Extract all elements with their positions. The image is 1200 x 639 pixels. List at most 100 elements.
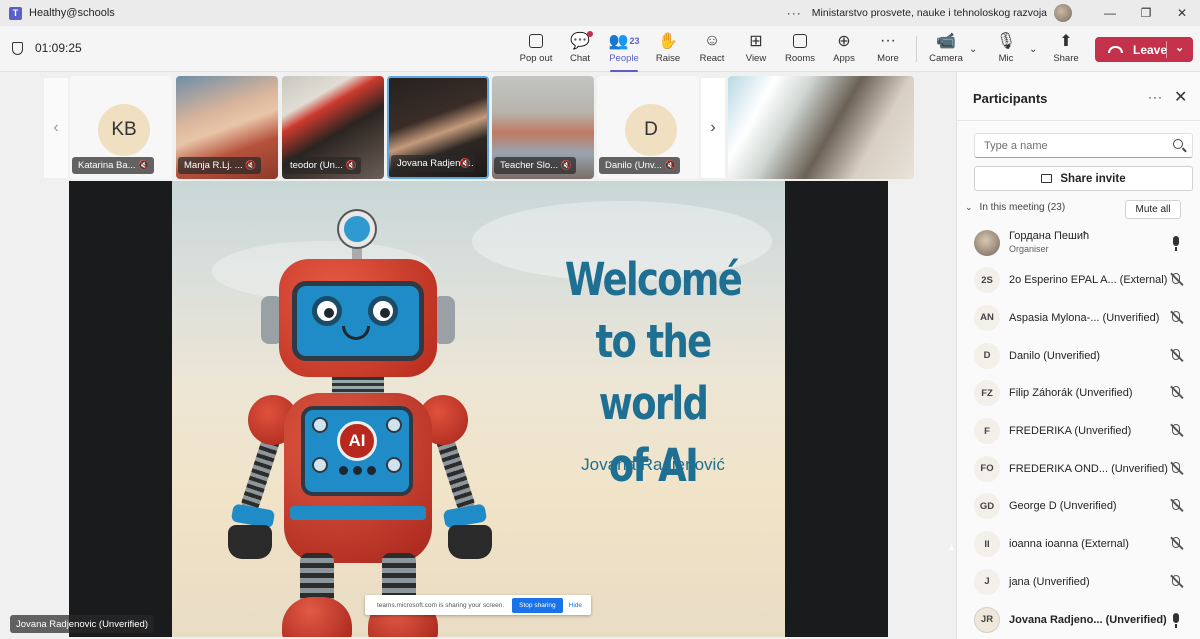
participant-tile[interactable]: KB Katarina Ba... 🔇: [70, 76, 172, 179]
apps-button[interactable]: ⊕ Apps: [822, 30, 866, 68]
participant-row[interactable]: II ioanna ioanna (External): [957, 526, 1200, 563]
avatar: [974, 229, 1000, 256]
participant-video-tile[interactable]: teodor (Un... 🔇: [282, 76, 384, 179]
avatar: GD: [974, 493, 1000, 520]
chevron-right-icon: ›: [710, 119, 716, 136]
chat-button[interactable]: 💬 Chat: [558, 30, 602, 68]
mic-off-icon[interactable]: [1169, 574, 1183, 590]
mic-off-icon[interactable]: [1169, 498, 1183, 514]
participant-name: 2o Esperino EPAL A... (External): [1009, 274, 1168, 287]
share-invite-button[interactable]: Share invite: [974, 166, 1193, 191]
search-icon[interactable]: [1173, 139, 1183, 149]
more-options-icon[interactable]: ···: [787, 6, 802, 20]
org-name: Ministarstvo prosvete, nauke i tehnolosk…: [811, 7, 1047, 19]
close-window-button[interactable]: ✕: [1164, 6, 1200, 20]
participant-name: FREDERIKA (Unverified): [1009, 425, 1132, 437]
participant-row[interactable]: JR Jovana Radjeno... (Unverified): [957, 601, 1200, 638]
participant-video-tile[interactable]: Manja R.Lj. ... 🔇: [176, 76, 278, 179]
panel-title: Participants: [973, 91, 1048, 106]
participant-name: George D (Unverified): [1009, 500, 1117, 513]
mic-off-icon: 🔇: [245, 160, 257, 170]
participant-row[interactable]: Jjana (Unverified): [957, 563, 1200, 600]
grid-icon: ⊞: [749, 33, 763, 50]
participant-row[interactable]: FO FREDERIKA OND... (Unverified): [957, 450, 1200, 487]
mic-button[interactable]: 🎙 Mic: [984, 30, 1028, 68]
mic-off-icon[interactable]: [1169, 423, 1183, 439]
robot-illustration: AI: [172, 181, 532, 637]
mic-off-icon[interactable]: [1169, 385, 1183, 401]
tile-name-tag: Katarina Ba... 🔇: [72, 157, 154, 174]
microphone-icon: 🎙: [995, 33, 1017, 50]
chat-icon: 💬: [570, 30, 593, 52]
mic-off-icon: 🔇: [664, 160, 676, 170]
plus-icon: ⊕: [837, 33, 851, 50]
minimize-button[interactable]: —: [1092, 6, 1128, 20]
mute-all-button[interactable]: Mute all: [1125, 200, 1181, 219]
camera-button[interactable]: 📹 Camera: [924, 30, 968, 68]
meeting-toolbar: 01:09:25 Pop out 💬 Chat 👥 23 People ✋ Rai…: [0, 26, 1200, 72]
rooms-button[interactable]: Rooms: [778, 30, 822, 68]
participant-row[interactable]: AN Aspasia Mylona-... (Unverified): [957, 299, 1200, 336]
restore-button[interactable]: ❐: [1128, 6, 1164, 20]
avatar: D: [625, 104, 677, 156]
participant-row[interactable]: D Danilo (Unverified): [957, 337, 1200, 374]
more-button[interactable]: ··· More: [866, 30, 910, 68]
account-avatar[interactable]: [1054, 4, 1072, 22]
participant-video-tile-active[interactable]: Jovana Radjeno... 🔇: [387, 76, 489, 179]
chevron-down-icon: ⌄: [965, 202, 973, 212]
people-button[interactable]: 👥 23 People: [602, 30, 646, 72]
gallery-prev-button[interactable]: ‹: [44, 78, 68, 178]
mic-off-icon[interactable]: [1169, 348, 1183, 364]
presentation-slide: AI Welcomé to the world of AI Jovana Rad: [172, 181, 785, 637]
toolbar-divider: [916, 36, 917, 62]
mic-off-icon: 🔇: [345, 160, 357, 170]
share-button[interactable]: ⬆ Share: [1044, 30, 1088, 68]
participant-search[interactable]: [974, 133, 1193, 158]
view-button[interactable]: ⊞ View: [734, 30, 778, 68]
leave-options-chevron-icon[interactable]: ⌄: [1175, 41, 1184, 54]
pop-out-icon: [529, 30, 543, 52]
mic-off-icon[interactable]: [1169, 272, 1183, 288]
raise-hand-button[interactable]: ✋ Raise: [646, 30, 690, 68]
leave-button[interactable]: Leave ⌄: [1095, 37, 1193, 62]
react-button[interactable]: ☺ React: [690, 30, 734, 68]
avatar: F: [974, 418, 1000, 444]
pop-out-button[interactable]: Pop out: [514, 30, 558, 68]
hide-notice-button[interactable]: Hide: [569, 602, 582, 609]
participant-row[interactable]: 2S 2o Esperino EPAL A... (External): [957, 262, 1200, 299]
mic-off-icon[interactable]: [1169, 310, 1183, 326]
mic-off-icon[interactable]: [1169, 461, 1183, 477]
participant-row[interactable]: F FREDERIKA (Unverified): [957, 413, 1200, 450]
participant-video-tile-large[interactable]: [728, 76, 914, 179]
participant-tile[interactable]: D Danilo (Unv... 🔇: [597, 76, 699, 179]
avatar: 2S: [974, 267, 1000, 294]
search-input[interactable]: [984, 134, 1164, 157]
participant-row[interactable]: GD George D (Unverified): [957, 488, 1200, 525]
avatar: J: [974, 568, 1000, 595]
participant-row[interactable]: FZ Filip Záhorák (Unverified): [957, 375, 1200, 412]
in-meeting-section-toggle[interactable]: ⌄ In this meeting (23): [965, 202, 1065, 213]
avatar: KB: [98, 104, 150, 156]
mic-off-icon: 🔇: [459, 158, 471, 168]
mic-options-chevron-icon[interactable]: ⌄: [1029, 44, 1037, 55]
close-panel-icon[interactable]: ✕: [1174, 87, 1187, 107]
presenter-name-tag: Jovana Radjenovic (Unverified): [10, 615, 155, 633]
mic-off-icon: 🔇: [138, 160, 150, 170]
panel-more-options-icon[interactable]: ···: [1148, 90, 1163, 104]
stop-sharing-button[interactable]: Stop sharing: [512, 597, 563, 613]
participant-video-tile[interactable]: Teacher Slo... 🔇: [492, 76, 594, 179]
participant-name: Aspasia Mylona-... (Unverified): [1009, 311, 1160, 324]
mic-off-icon[interactable]: [1169, 536, 1183, 552]
mic-on-icon[interactable]: [1169, 612, 1183, 628]
camera-options-chevron-icon[interactable]: ⌄: [969, 44, 977, 55]
gallery-next-button[interactable]: ›: [701, 78, 725, 178]
mic-on-icon[interactable]: [1169, 235, 1183, 251]
avatar: D: [974, 342, 1000, 369]
shield-icon: [12, 41, 23, 55]
participant-name: Danilo (Unverified): [1009, 349, 1101, 362]
chevron-left-icon: ‹: [53, 119, 59, 136]
participant-row[interactable]: Гордана Пешић Organiser: [957, 224, 1200, 261]
avatar: FZ: [974, 380, 1000, 407]
title-bar: T Healthy@schools ··· Ministarstvo prosv…: [0, 0, 1200, 26]
shared-screen[interactable]: AI Welcomé to the world of AI Jovana Rad: [69, 181, 956, 637]
